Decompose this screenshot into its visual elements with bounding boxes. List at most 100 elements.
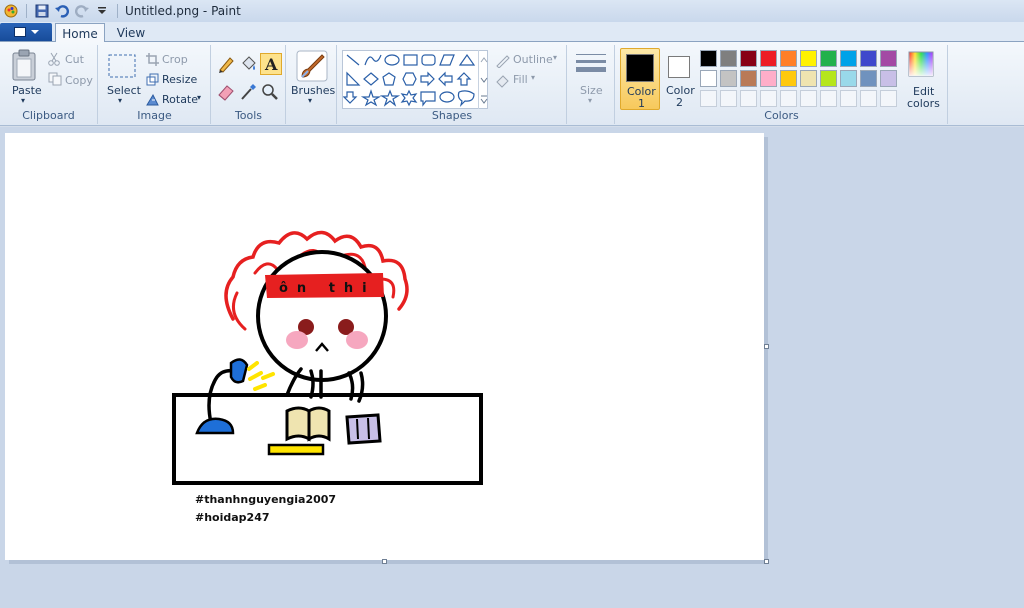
- palette-color-swatch[interactable]: [700, 50, 717, 67]
- size-button[interactable]: [576, 52, 606, 81]
- divider: [99, 45, 100, 124]
- custom-color-slot[interactable]: [720, 90, 737, 107]
- color1-swatch: [626, 54, 654, 82]
- palette-color-swatch[interactable]: [780, 70, 797, 87]
- palette-color-swatch[interactable]: [780, 50, 797, 67]
- tools-group-label: Tools: [234, 109, 263, 122]
- custom-color-slot[interactable]: [820, 90, 837, 107]
- size-group: Size ▾: [568, 45, 615, 124]
- brushes-button[interactable]: [296, 50, 328, 85]
- shapes-scrollbar[interactable]: [478, 50, 489, 109]
- redo-icon[interactable]: [74, 3, 90, 19]
- color-picker-icon[interactable]: [239, 83, 257, 104]
- menu-document-icon: [13, 27, 26, 37]
- shapes-group-label: Shapes: [431, 109, 473, 122]
- palette-color-swatch[interactable]: [860, 50, 877, 67]
- custom-color-slot[interactable]: [740, 90, 757, 107]
- chevron-down-icon: [30, 30, 39, 34]
- pencil-icon[interactable]: [217, 55, 235, 76]
- chevron-down-icon[interactable]: ▾: [531, 73, 535, 82]
- undo-icon[interactable]: [54, 3, 70, 19]
- custom-color-slot[interactable]: [880, 90, 897, 107]
- cut-button[interactable]: Cut: [65, 53, 84, 66]
- canvas-area[interactable]: ôn thi #thanhnguyengia2007 #hoidap247: [0, 127, 1024, 608]
- resize-icon: [146, 73, 159, 89]
- drawing-canvas[interactable]: ôn thi #thanhnguyengia2007 #hoidap247: [5, 133, 764, 560]
- paste-button[interactable]: [10, 49, 38, 84]
- chevron-down-icon[interactable]: ▾: [588, 96, 592, 105]
- window-title: Untitled.png - Paint: [125, 4, 241, 18]
- palette-color-swatch[interactable]: [760, 70, 777, 87]
- palette-color-swatch[interactable]: [740, 50, 757, 67]
- outline-icon: [495, 53, 510, 71]
- palette-color-swatch[interactable]: [720, 70, 737, 87]
- custom-color-slot[interactable]: [780, 90, 797, 107]
- paint-menu-button[interactable]: [0, 23, 52, 41]
- fill-button[interactable]: Fill: [513, 73, 528, 86]
- select-button[interactable]: [108, 54, 136, 81]
- drawing-artwork: ôn thi: [172, 230, 483, 485]
- custom-color-slot[interactable]: [760, 90, 777, 107]
- fill-bucket-icon[interactable]: [239, 55, 257, 76]
- tab-view[interactable]: View: [110, 23, 152, 43]
- palette-color-swatch[interactable]: [740, 70, 757, 87]
- cut-icon: [48, 52, 60, 69]
- chevron-down-icon[interactable]: ▾: [553, 53, 557, 62]
- customize-toolbar-icon[interactable]: [94, 3, 110, 19]
- color2-number: 2: [676, 96, 683, 109]
- custom-color-slot[interactable]: [840, 90, 857, 107]
- chevron-down-icon[interactable]: ▾: [308, 96, 312, 105]
- save-icon[interactable]: [34, 3, 50, 19]
- edit-colors-button[interactable]: [908, 51, 934, 80]
- palette-color-swatch[interactable]: [700, 70, 717, 87]
- clipboard-group-label: Clipboard: [22, 109, 75, 122]
- custom-color-slot[interactable]: [700, 90, 717, 107]
- chevron-down-icon[interactable]: ▾: [197, 93, 201, 102]
- resize-button[interactable]: Resize: [162, 73, 197, 86]
- copy-button[interactable]: Copy: [65, 74, 93, 87]
- tab-home[interactable]: Home: [55, 23, 105, 43]
- custom-color-slot[interactable]: [800, 90, 817, 107]
- svg-text:A: A: [264, 55, 278, 74]
- palette-color-swatch[interactable]: [800, 70, 817, 87]
- text-tool-icon[interactable]: A: [260, 53, 282, 75]
- palette-color-swatch[interactable]: [820, 70, 837, 87]
- quick-access-toolbar: [0, 3, 121, 19]
- palette-color-swatch[interactable]: [840, 50, 857, 67]
- palette-color-swatch[interactable]: [800, 50, 817, 67]
- palette-color-swatch[interactable]: [840, 70, 857, 87]
- color2-swatch: [668, 56, 690, 78]
- copy-icon: [48, 72, 62, 89]
- custom-color-slot[interactable]: [860, 90, 877, 107]
- shapes-gallery[interactable]: [342, 50, 488, 109]
- palette-color-swatch[interactable]: [820, 50, 837, 67]
- palette-color-swatch[interactable]: [720, 50, 737, 67]
- ribbon: Paste ▾ Cut Copy Clipboard Select ▾ Crop…: [0, 42, 1024, 126]
- paint-app-icon[interactable]: [3, 3, 19, 19]
- rotate-icon: [146, 93, 159, 109]
- magnifier-icon[interactable]: [261, 83, 279, 104]
- palette-color-swatch[interactable]: [880, 70, 897, 87]
- rotate-button[interactable]: Rotate: [162, 93, 198, 106]
- select-label: Select: [107, 84, 141, 97]
- separator: [26, 4, 27, 18]
- palette-color-swatch[interactable]: [760, 50, 777, 67]
- resize-handle-bottom[interactable]: [382, 559, 387, 564]
- chevron-down-icon[interactable]: ▾: [118, 96, 122, 105]
- resize-handle-right[interactable]: [764, 344, 769, 349]
- color1-button[interactable]: Color 1: [620, 48, 660, 110]
- eraser-icon[interactable]: [217, 83, 235, 104]
- crop-button[interactable]: Crop: [162, 53, 188, 66]
- title-bar: Untitled.png - Paint: [0, 0, 1024, 22]
- chevron-down-icon[interactable]: ▾: [21, 96, 25, 105]
- outline-button[interactable]: Outline: [513, 53, 553, 66]
- separator: [117, 4, 118, 18]
- palette-color-swatch[interactable]: [860, 70, 877, 87]
- crop-icon: [146, 53, 159, 69]
- resize-handle-corner[interactable]: [764, 559, 769, 564]
- color2-button[interactable]: Color 2: [662, 48, 696, 110]
- shapes-group: Outline ▾ Fill ▾ Shapes: [338, 45, 567, 124]
- brushes-label: Brushes: [291, 84, 336, 97]
- ribbon-tab-bar: Home View: [0, 22, 1024, 43]
- palette-color-swatch[interactable]: [880, 50, 897, 67]
